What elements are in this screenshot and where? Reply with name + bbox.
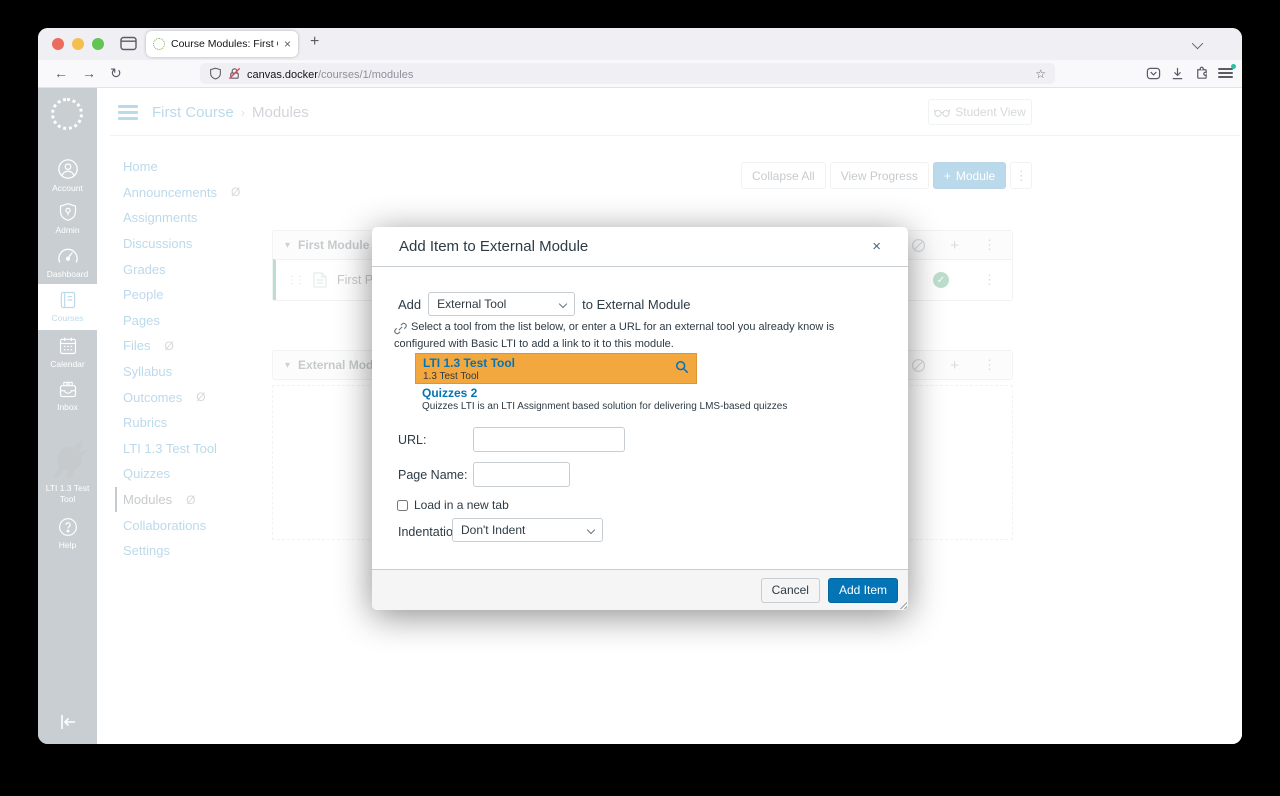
close-icon[interactable]: × — [872, 238, 881, 255]
add-item-dialog: Add Item to External Module × Add Extern… — [372, 227, 908, 610]
tool-option-lti-test-tool[interactable]: LTI 1.3 Test Tool 1.3 Test Tool — [415, 353, 697, 384]
url-label: URL: — [398, 433, 426, 447]
window-minimize-button[interactable] — [72, 38, 84, 50]
url-bar[interactable]: canvas.docker/courses/1/modules ☆ — [200, 63, 1055, 84]
reload-button[interactable]: ↻ — [110, 64, 122, 83]
firefox-view-icon[interactable] — [120, 36, 137, 51]
menu-notification-dot — [1231, 64, 1236, 69]
indentation-select[interactable]: Don't Indent — [452, 518, 603, 542]
pocket-icon[interactable] — [1146, 66, 1161, 81]
tool-list: LTI 1.3 Test Tool 1.3 Test Tool Quizzes … — [415, 353, 697, 414]
add-suffix: to External Module — [582, 297, 690, 312]
shield-icon[interactable] — [209, 67, 222, 80]
load-new-tab-checkbox[interactable] — [397, 500, 408, 511]
insecure-lock-icon[interactable] — [228, 67, 241, 80]
tab-close-icon[interactable]: × — [284, 38, 291, 50]
canvas-app: Account Admin Dashboard — [38, 88, 1242, 744]
link-icon — [394, 322, 407, 335]
window-controls — [52, 38, 104, 50]
browser-toolbar: ← → ↻ canvas.docker/courses/1/modules ☆ — [38, 60, 1242, 88]
bookmark-star-icon[interactable]: ☆ — [1035, 67, 1046, 81]
cancel-button[interactable]: Cancel — [761, 578, 820, 603]
tab-title: Course Modules: First Course — [171, 38, 278, 50]
tool-option-quizzes-2[interactable]: Quizzes 2 Quizzes LTI is an LTI Assignme… — [415, 384, 697, 414]
window-zoom-button[interactable] — [92, 38, 104, 50]
search-icon[interactable] — [675, 360, 689, 374]
new-tab-button[interactable]: + — [310, 33, 319, 51]
tool-description: Select a tool from the list below, or en… — [394, 319, 888, 353]
dialog-footer: Cancel Add Item — [372, 569, 908, 610]
tab-list-chevron-icon[interactable] — [1192, 38, 1203, 49]
chevron-down-icon — [559, 300, 567, 308]
desktop-background: Course Modules: First Course × + ← → ↻ — [0, 0, 1280, 796]
url-host: canvas.docker — [247, 69, 318, 81]
chevron-down-icon — [587, 526, 595, 534]
add-label: Add — [398, 297, 421, 312]
dialog-header[interactable]: Add Item to External Module × — [372, 227, 908, 267]
menu-icon[interactable] — [1218, 66, 1233, 80]
add-item-button[interactable]: Add Item — [828, 578, 898, 603]
dialog-title: Add Item to External Module — [399, 238, 588, 255]
browser-tab[interactable]: Course Modules: First Course × — [146, 31, 298, 57]
forward-button[interactable]: → — [82, 64, 96, 83]
add-type-row: Add External Tool to External Module — [398, 292, 691, 316]
item-type-select[interactable]: External Tool — [428, 292, 575, 316]
url-path: /courses/1/modules — [318, 69, 413, 81]
page-name-label: Page Name: — [398, 468, 467, 482]
extensions-icon[interactable] — [1194, 66, 1209, 81]
page-name-input[interactable] — [473, 462, 570, 487]
back-button[interactable]: ← — [54, 64, 68, 83]
window-close-button[interactable] — [52, 38, 64, 50]
url-input[interactable] — [473, 427, 625, 452]
new-tab-row: Load in a new tab — [397, 498, 509, 512]
browser-tab-bar: Course Modules: First Course × + — [38, 28, 1242, 60]
load-new-tab-label: Load in a new tab — [414, 498, 509, 512]
browser-window: Course Modules: First Course × + ← → ↻ — [38, 28, 1242, 744]
download-icon[interactable] — [1170, 66, 1185, 81]
canvas-favicon-icon — [153, 38, 165, 50]
